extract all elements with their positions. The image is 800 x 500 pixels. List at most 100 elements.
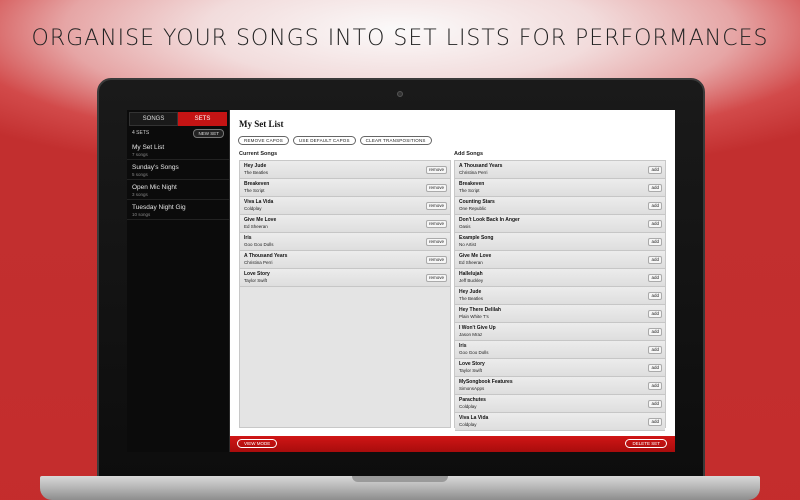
- add-song-button[interactable]: add: [648, 238, 662, 246]
- remove-song-button[interactable]: remove: [425, 256, 447, 264]
- set-name: Open Mic Night: [132, 184, 177, 191]
- add-song-button[interactable]: add: [648, 418, 662, 426]
- add-song-button[interactable]: add: [648, 166, 662, 174]
- sidebar: SONGS SETS 4 SETS NEW SET My Set List 7 s…: [127, 110, 230, 452]
- add-song-button[interactable]: add: [648, 310, 662, 318]
- song-row: Viva La Vida Coldplay remove: [240, 197, 450, 215]
- add-song-button[interactable]: add: [648, 382, 662, 390]
- set-song-count: 3 songs: [132, 192, 148, 197]
- song-artist: Goo Goo Dolls: [244, 242, 274, 247]
- tab-sets[interactable]: SETS: [178, 112, 227, 126]
- song-row: Viva La Vida Coldplay add: [455, 413, 665, 431]
- song-row: I Won't Give Up Jason Mraz add: [455, 323, 665, 341]
- song-artist: Jeff Buckley: [459, 278, 484, 283]
- song-title: Hallelujah: [459, 271, 483, 277]
- song-artist: SimonsApps: [459, 386, 485, 391]
- song-row: Breakeven The Script remove: [240, 179, 450, 197]
- song-row: Love Story Taylor Swift add: [455, 359, 665, 377]
- add-song-button[interactable]: add: [648, 184, 662, 192]
- set-name: Tuesday Night Gig: [132, 204, 186, 211]
- song-row: Breakeven The Script add: [455, 179, 665, 197]
- use-default-capos-button[interactable]: USE DEFAULT CAPOS: [292, 136, 356, 145]
- set-song-count: 7 songs: [132, 152, 148, 157]
- song-title: Breakeven: [244, 181, 270, 187]
- add-song-button[interactable]: add: [648, 202, 662, 210]
- song-row: Hey There Delilah Plain White T's add: [455, 305, 665, 323]
- song-row: Iris Goo Goo Dolls add: [455, 341, 665, 359]
- song-title: Don't Look Back In Anger: [459, 217, 520, 223]
- song-artist: Christina Perri: [244, 260, 273, 265]
- action-buttons: REMOVE CAPOS USE DEFAULT CAPOS CLEAR TRA…: [238, 136, 432, 145]
- sidebar-set-item[interactable]: Sunday's Songs 5 songs: [127, 160, 229, 180]
- current-songs-list: Hey Jude The Beatles remove Breakeven The Sc…: [239, 160, 451, 428]
- sets-header: 4 SETS NEW SET: [127, 126, 229, 140]
- song-row: A Thousand Years Christina Perri remove: [240, 251, 450, 269]
- add-songs-header: Add Songs: [454, 151, 484, 157]
- song-title: Counting Stars: [459, 199, 495, 205]
- add-song-button[interactable]: add: [648, 346, 662, 354]
- song-row: Parachutes Coldplay add: [455, 395, 665, 413]
- song-artist: Coldplay: [459, 422, 477, 427]
- song-title: Example Song: [459, 235, 494, 241]
- sidebar-set-item[interactable]: Open Mic Night 3 songs: [127, 180, 229, 200]
- song-artist: The Script: [459, 188, 480, 193]
- song-artist: Christina Perri: [459, 170, 488, 175]
- add-song-button[interactable]: add: [648, 400, 662, 408]
- song-row: Hey Jude The Beatles remove: [240, 161, 450, 179]
- set-name: Sunday's Songs: [132, 164, 179, 171]
- song-artist: Taylor Swift: [244, 278, 268, 283]
- song-title: I Won't Give Up: [459, 325, 496, 331]
- song-artist: Taylor Swift: [459, 368, 483, 373]
- remove-song-button[interactable]: remove: [425, 238, 447, 246]
- song-artist: Goo Goo Dolls: [459, 350, 489, 355]
- song-row: Don't Look Back In Anger Oasis add: [455, 215, 665, 233]
- delete-set-button[interactable]: DELETE SET: [625, 439, 667, 448]
- song-artist: The Script: [244, 188, 265, 193]
- new-set-button[interactable]: NEW SET: [193, 128, 224, 138]
- song-title: MySongbook Features: [459, 379, 513, 385]
- app-screen: SONGS SETS 4 SETS NEW SET My Set List 7 s…: [127, 110, 675, 452]
- clear-transpositions-button[interactable]: CLEAR TRANSPOSITIONS: [359, 136, 432, 145]
- song-artist: No Artist: [459, 242, 477, 247]
- song-artist: Ed Sheeran: [459, 260, 483, 265]
- current-songs-header: Current Songs: [239, 151, 278, 157]
- remove-song-button[interactable]: remove: [425, 166, 447, 174]
- song-title: Give Me Love: [459, 253, 492, 259]
- song-title: Hey There Delilah: [459, 307, 501, 313]
- add-song-button[interactable]: add: [648, 256, 662, 264]
- remove-capos-button[interactable]: REMOVE CAPOS: [238, 136, 289, 145]
- remove-song-button[interactable]: remove: [425, 184, 447, 192]
- song-artist: Coldplay: [459, 404, 477, 409]
- song-artist: Coldplay: [244, 206, 262, 211]
- song-title: Iris: [244, 235, 252, 241]
- bottom-toolbar: VIEW MODE DELETE SET: [230, 436, 675, 452]
- song-row: Give Me Love Ed Sheeran add: [455, 251, 665, 269]
- remove-song-button[interactable]: remove: [425, 202, 447, 210]
- add-songs-list: A Thousand Years Christina Perri add Breake…: [454, 160, 666, 431]
- song-artist: Ed Sheeran: [244, 224, 268, 229]
- remove-song-button[interactable]: remove: [425, 274, 447, 282]
- sidebar-set-item[interactable]: Tuesday Night Gig 10 songs: [127, 200, 229, 220]
- add-song-button[interactable]: add: [648, 364, 662, 372]
- sidebar-set-item[interactable]: My Set List 7 songs: [127, 140, 229, 160]
- tab-songs[interactable]: SONGS: [129, 112, 178, 126]
- song-title: Love Story: [459, 361, 485, 367]
- page-title: My Set List: [239, 119, 284, 129]
- view-mode-button[interactable]: VIEW MODE: [237, 439, 278, 448]
- song-row: MySongbook Features SimonsApps add: [455, 377, 665, 395]
- set-song-count: 5 songs: [132, 172, 148, 177]
- song-row: Example Song No Artist add: [455, 233, 665, 251]
- add-song-button[interactable]: add: [648, 220, 662, 228]
- add-song-button[interactable]: add: [648, 328, 662, 336]
- set-song-count: 10 songs: [132, 212, 151, 217]
- remove-song-button[interactable]: remove: [425, 220, 447, 228]
- song-title: Hey Jude: [244, 163, 267, 169]
- add-song-button[interactable]: add: [648, 292, 662, 300]
- song-artist: Oasis: [459, 224, 471, 229]
- song-row: Hey Jude The Beatles add: [455, 287, 665, 305]
- song-row: Counting Stars One Republic add: [455, 197, 665, 215]
- song-artist: The Beatles: [244, 170, 269, 175]
- set-list: My Set List 7 songs Sunday's Songs 5 songs O…: [127, 140, 229, 220]
- add-song-button[interactable]: add: [648, 274, 662, 282]
- song-artist: Jason Mraz: [459, 332, 483, 337]
